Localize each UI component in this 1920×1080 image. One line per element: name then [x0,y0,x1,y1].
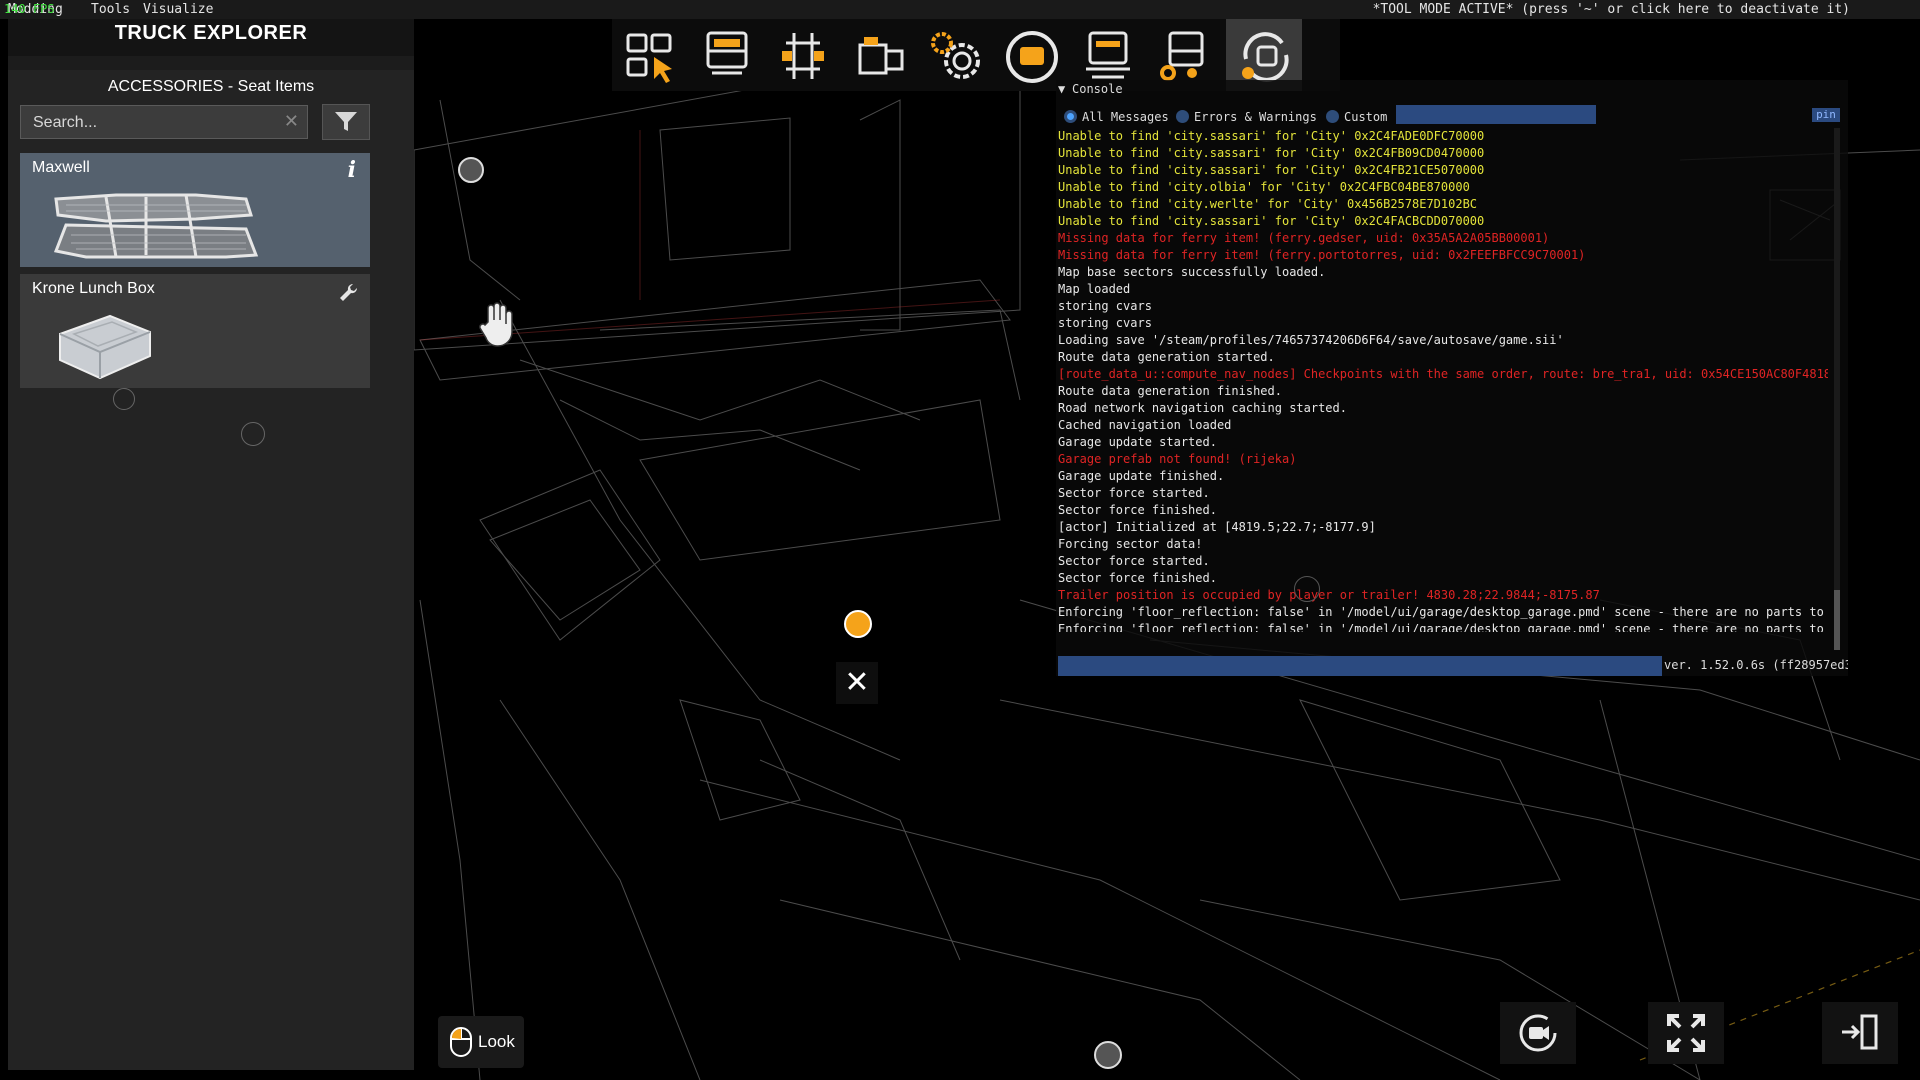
console-log-line: Missing data for ferry item! (ferry.port… [1058,248,1586,262]
truck-select-icon [626,33,672,83]
panel-title: TRUCK EXPLORER [8,19,414,56]
grab-hand-icon [479,302,513,347]
clear-icon[interactable]: ✕ [284,111,299,132]
tool-mode-toggle[interactable]: *TOOL MODE ACTIVE* (press '~' or click h… [1373,2,1850,17]
search-box: ✕ [20,105,308,140]
steering-wheel-icon [1006,31,1058,83]
console-log-line: Loading save '/steam/profiles/7465737420… [1058,333,1564,347]
lunch-box-thumbnail [59,314,151,380]
waypoint-marker[interactable] [1294,576,1320,602]
pin-button[interactable]: pin [1812,108,1840,122]
item-card-maxwell[interactable]: Maxwell i [20,153,370,267]
console-log-line: storing cvars [1058,299,1152,313]
console-log-line: Unable to find 'city.sassari' for 'City'… [1058,129,1485,143]
wrench-icon[interactable] [338,282,360,304]
exit-button[interactable] [1822,1002,1898,1064]
fullscreen-icon [1667,1014,1705,1052]
filter-errors-radio[interactable] [1176,110,1189,123]
look-label: Look [478,1032,515,1051]
console-log-line: Road network navigation caching started. [1058,401,1347,415]
fullscreen-button[interactable] [1648,1002,1724,1064]
console-log-line: Sector force started. [1058,554,1210,568]
console-log-line: Garage update finished. [1058,469,1225,483]
menu-tools[interactable]: Tools [91,2,130,17]
mouse-icon [450,1027,472,1057]
exit-icon [1842,1014,1878,1050]
console-log-line: Unable to find 'city.sassari' for 'City'… [1058,146,1485,160]
accessory-rotate-icon [1242,32,1289,82]
reset-camera-button[interactable] [1500,1002,1576,1064]
console-log-line: Unable to find 'city.sassari' for 'City'… [1058,163,1485,177]
camera-reset-icon [1519,1014,1557,1052]
console-scrollbar-thumb[interactable] [1834,590,1840,650]
console-log[interactable]: Unable to find 'city.sassari' for 'City'… [1058,128,1828,632]
console-log-line: Cached navigation loaded [1058,418,1232,432]
console-log-line: Sector force finished. [1058,503,1217,517]
waypoint-marker[interactable] [1094,1041,1122,1069]
console-scrollbar-track[interactable] [1834,128,1840,628]
console-log-line: storing cvars [1058,316,1152,330]
filter-errors-label[interactable]: Errors & Warnings [1194,110,1317,124]
console-log-line: Map loaded [1058,282,1131,296]
fps-counter: 140 FPS [4,2,55,16]
filter-icon [335,112,357,131]
waypoint-marker[interactable] [458,157,484,183]
console-log-line: Enforcing 'floor_reflection: false' in '… [1058,622,1828,632]
console-log-line: Missing data for ferry item! (ferry.geds… [1058,231,1550,245]
filter-button[interactable] [322,104,370,140]
console-log-line: Map base sectors successfully loaded. [1058,265,1326,279]
waypoint-marker[interactable] [241,422,265,446]
item-card-krone-lunch-box[interactable]: Krone Lunch Box [20,274,370,388]
section-title: ACCESSORIES - Seat Items [107,78,315,95]
console-log-line: Forcing sector data! [1058,537,1203,551]
console-log-line: [actor] Initialized at [4819.5;22.7;-817… [1058,520,1376,534]
item-name: Maxwell [32,159,90,176]
truck-front-icon [706,31,748,75]
filter-all-radio[interactable] [1064,110,1077,123]
selected-attachment-marker[interactable] [844,610,872,638]
item-name: Krone Lunch Box [32,280,155,297]
console-command-input[interactable] [1058,656,1662,676]
console-log-line: Unable to find 'city.olbia' for 'City' 0… [1058,180,1470,194]
waypoint-marker[interactable] [113,388,135,410]
console-header[interactable]: ▼ Console [1056,80,1848,98]
console-log-line: Garage prefab not found! (rijeka) [1058,452,1297,466]
truck-tune-icon [1160,31,1204,81]
search-input[interactable] [31,106,275,140]
filter-all-label[interactable]: All Messages [1082,110,1169,124]
console-log-line: Route data generation started. [1058,350,1275,364]
console-log-line: Enforcing 'floor_reflection: false' in '… [1058,605,1828,619]
chassis-icon [782,33,824,79]
console-title: Console [1072,82,1123,96]
close-button[interactable]: ✕ [836,662,878,704]
look-button[interactable]: Look [438,1016,524,1068]
tool-truck-front[interactable] [688,19,764,91]
console-log-line: Sector force started. [1058,486,1210,500]
tool-truck-select[interactable] [612,19,688,91]
console-log-line: Unable to find 'city.werlte' for 'City' … [1058,197,1478,211]
info-icon[interactable]: i [348,157,356,183]
console-log-line: Route data generation finished. [1058,384,1282,398]
custom-filter-input[interactable] [1396,105,1596,124]
filter-custom-label[interactable]: Custom [1344,110,1387,124]
console-log-line: Unable to find 'city.sassari' for 'City'… [1058,214,1485,228]
tool-chassis[interactable] [764,19,840,91]
tool-engine[interactable] [840,19,916,91]
console-log-line: [route_data_u::compute_nav_nodes] Checkp… [1058,367,1828,381]
menu-bar: Modding 140 FPS Tools Visualize *TOOL MO… [0,0,1920,19]
filter-custom-radio[interactable] [1326,110,1339,123]
engine-icon [858,37,904,75]
maxwell-thumbnail [53,193,259,259]
cabin-icon [1086,31,1130,79]
console-log-line: Trailer position is occupied by player o… [1058,588,1600,602]
menu-visualize[interactable]: Visualize [143,2,213,17]
console-window: ▼ Console All Messages Errors & Warnings… [1056,80,1848,676]
console-log-line: Sector force finished. [1058,571,1217,585]
gears-icon [931,32,980,79]
version-label: ver. 1.52.0.6s (ff28957ed3 [1664,658,1848,672]
tool-gears[interactable] [916,19,992,91]
console-log-line: Garage update started. [1058,435,1217,449]
collapse-triangle-icon[interactable]: ▼ [1058,82,1065,96]
